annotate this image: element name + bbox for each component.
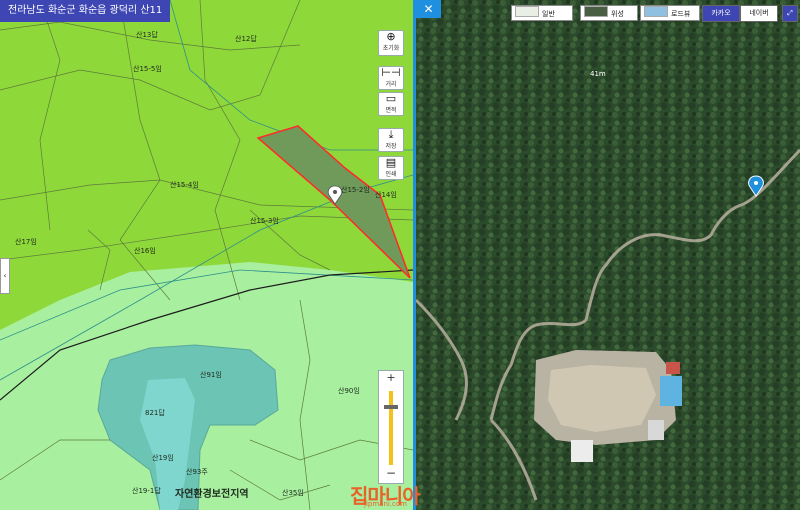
parcel-label: 산35임 xyxy=(282,489,304,497)
aerial-map[interactable]: 41m xyxy=(416,0,800,510)
print-button[interactable]: ▤ 인쇄 xyxy=(378,156,404,180)
parcel-label: 산15-3임 xyxy=(250,217,279,225)
download-icon: ⤓ xyxy=(388,128,394,141)
distance-label: 거리 xyxy=(385,81,397,88)
parcel-label: 산13답 xyxy=(136,31,158,39)
provider-naver-button[interactable]: 네이버 xyxy=(740,5,778,22)
save-label: 저장 xyxy=(385,143,397,150)
roadview-swatch-icon xyxy=(644,6,668,17)
maptype-satellite[interactable]: 위성 xyxy=(580,5,638,21)
parcel-label: 산19임 xyxy=(152,454,174,462)
terrain-label: 41m xyxy=(590,70,606,78)
area-button[interactable]: ▭ 면적 xyxy=(378,92,404,116)
area-label: 면적 xyxy=(385,107,397,114)
parcel-label: 산15-5임 xyxy=(133,65,162,73)
map-title: 전라남도 화순군 화순읍 광덕리 산11 xyxy=(0,0,171,22)
zoom-slider-track[interactable] xyxy=(389,391,393,465)
provider-kakao-button[interactable]: 카카오 xyxy=(702,5,740,22)
parcel-label: 산19-1답 xyxy=(132,487,161,495)
maptype-satellite-label: 위성 xyxy=(611,10,624,18)
area-icon: ▭ xyxy=(385,92,397,105)
reset-button[interactable]: ⊕ 초기화 xyxy=(378,30,404,56)
cadastral-map-canvas[interactable] xyxy=(0,0,413,510)
parcel-label: 산17임 xyxy=(15,238,37,246)
parcel-label: 산16임 xyxy=(134,247,156,255)
satellite-swatch-icon xyxy=(584,6,608,17)
watermark-url: jipmani.com xyxy=(364,500,407,508)
building-white xyxy=(571,440,593,462)
save-button[interactable]: ⤓ 저장 xyxy=(378,128,404,152)
parcel-label: 산93주 xyxy=(186,468,208,476)
parcel-label: 산91임 xyxy=(200,371,222,379)
reset-icon: ⊕ xyxy=(386,30,396,43)
side-panel-toggle[interactable]: ‹ xyxy=(0,258,10,294)
zoom-slider-handle[interactable] xyxy=(384,405,398,409)
maptype-normal[interactable]: 일반 xyxy=(511,5,573,21)
zoom-out-button[interactable]: − xyxy=(379,465,403,481)
cadastral-map[interactable]: 전라남도 화순군 화순읍 광덕리 산11 산13답 산12답 산15-5임 산1… xyxy=(0,0,413,510)
building-roof xyxy=(660,376,682,406)
zone-label: 자연환경보전지역 xyxy=(175,489,249,500)
maptype-normal-label: 일반 xyxy=(542,10,555,18)
building-grey xyxy=(648,420,664,440)
building-roof-red xyxy=(666,362,680,374)
parcel-label: 산12답 xyxy=(235,35,257,43)
zoom-control[interactable]: + − xyxy=(378,370,404,484)
close-split-button[interactable]: ✕ xyxy=(416,0,441,18)
zoom-in-button[interactable]: + xyxy=(379,371,403,385)
distance-button[interactable]: ⊢⊣ 거리 xyxy=(378,66,404,90)
maptype-roadview-label: 로드뷰 xyxy=(671,10,691,18)
quarry-floor xyxy=(548,365,656,432)
expand-icon[interactable]: ⤢ xyxy=(782,5,798,22)
normal-swatch-icon xyxy=(515,6,539,17)
parcel-label: 821답 xyxy=(145,409,165,417)
reset-label: 초기화 xyxy=(382,45,400,52)
parcel-label: 산90임 xyxy=(338,387,360,395)
parcel-label: 산14임 xyxy=(375,191,397,199)
parcel-label: 산15-4임 xyxy=(170,181,199,189)
print-label: 인쇄 xyxy=(385,171,397,178)
ruler-icon: ⊢⊣ xyxy=(381,66,401,79)
aerial-map-canvas[interactable] xyxy=(416,0,800,510)
print-icon: ▤ xyxy=(385,156,397,169)
parcel-label: 산15-2임 xyxy=(341,186,370,194)
maptype-roadview[interactable]: 로드뷰 xyxy=(640,5,700,21)
